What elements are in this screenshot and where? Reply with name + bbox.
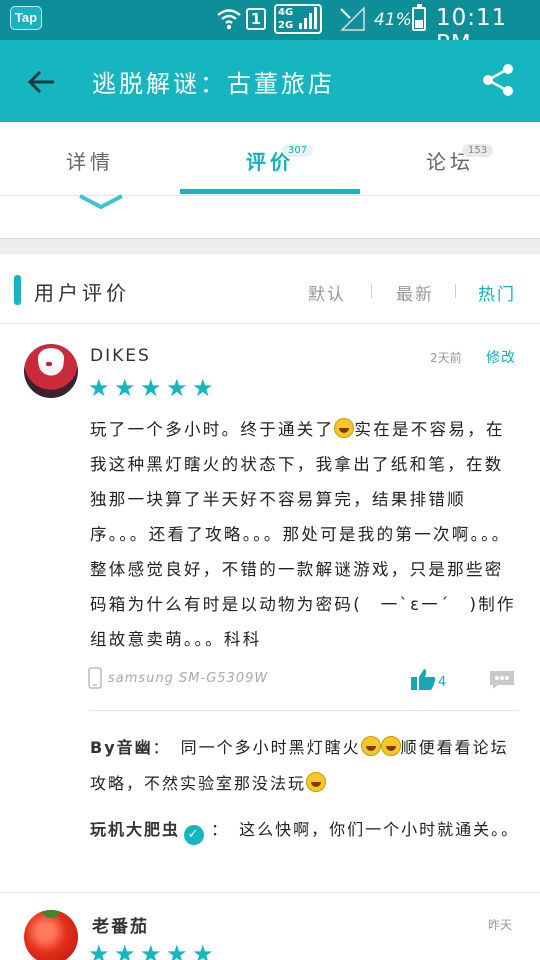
battery-icon (412, 4, 426, 31)
thumbs-up-icon[interactable] (410, 667, 436, 691)
star-icon: ★ (88, 374, 110, 402)
laughing-emoji-icon (306, 772, 327, 792)
tab-reviews[interactable]: 评价 307 (180, 122, 360, 196)
review-text-part: 玩了一个多小时。终于通关了 (90, 420, 335, 439)
battery-percent: 41% (374, 10, 412, 30)
tab-forum-count: 153 (462, 144, 494, 157)
sort-separator (455, 284, 456, 298)
status-bar: Tap 1 4G 2G 41% 10:11 PM (0, 0, 540, 57)
reply-item: By音幽： 同一个多小时黑灯瞎火 顺便看看论坛攻略，不然实验室那没法玩 (90, 730, 520, 802)
review-separator (0, 892, 540, 893)
star-icon: ★ (88, 940, 110, 960)
reply-text: ： 这么快啊，你们一个小时就通关。。 (211, 820, 520, 839)
section-title: 用户评价 (34, 281, 130, 305)
back-arrow-icon[interactable] (22, 62, 62, 102)
like-count: 4 (438, 675, 447, 690)
rating-stars: ★ ★ ★ ★ ★ (88, 942, 218, 960)
star-icon: ★ (140, 940, 162, 960)
avatar[interactable] (24, 910, 78, 960)
star-icon: ★ (114, 374, 136, 402)
section-divider (0, 238, 540, 254)
reviews-header: 用户评价 默认 最新 热门 (0, 256, 540, 324)
review-date: 2天前 (430, 351, 462, 365)
edit-review-button[interactable]: 修改 (486, 347, 516, 367)
review-text-part: 实在是不容易，在我这种黑灯瞎火的状态下，我拿出了纸和笔，在数独那一块算了半天好不… (90, 420, 516, 649)
phone-icon (88, 667, 102, 689)
active-tab-indicator (180, 189, 360, 194)
review-username[interactable]: 老番茄 (92, 912, 149, 937)
app-bar: 逃脱解谜：古董旅店 (0, 40, 540, 122)
verified-check-icon: ✓ (184, 825, 205, 845)
page-title: 逃脱解谜：古董旅店 (92, 70, 335, 98)
wifi-icon (217, 9, 241, 30)
tab-bar: 详情 评价 307 论坛 153 (0, 122, 540, 196)
tab-forum[interactable]: 论坛 153 (360, 122, 540, 196)
review-username[interactable]: DIKES (90, 346, 151, 366)
reply-username[interactable]: By音幽 (90, 738, 153, 757)
sort-default[interactable]: 默认 (308, 280, 346, 305)
sort-newest[interactable]: 最新 (396, 280, 434, 305)
tab-reviews-label: 评价 (246, 150, 294, 174)
network-type-bottom: 2G (278, 20, 294, 31)
star-icon: ★ (140, 374, 162, 402)
review-text: 玩了一个多小时。终于通关了 实在是不容易，在我这种黑灯瞎火的状态下，我拿出了纸和笔… (90, 412, 520, 657)
star-icon: ★ (114, 940, 136, 960)
reply-username[interactable]: 玩机大肥虫 (90, 820, 180, 839)
device-model: samsung SM-G5309W (108, 671, 269, 686)
star-icon: ★ (192, 374, 214, 402)
laughing-emoji-icon (360, 736, 381, 756)
sim-slot-indicator: 1 (246, 8, 266, 30)
sort-hot[interactable]: 热门 (478, 280, 516, 305)
tap-app-icon: Tap (10, 6, 42, 30)
laughing-emoji-icon (380, 736, 401, 756)
sort-separator (371, 284, 372, 298)
star-icon: ★ (192, 940, 214, 960)
tab-details[interactable]: 详情 (0, 122, 180, 196)
reply-text: ： 同一个多小时黑灯瞎火 (152, 738, 361, 757)
tab-forum-label: 论坛 (426, 150, 474, 174)
network-signal-icon: 4G 2G (274, 4, 322, 34)
network-type-top: 4G (278, 7, 294, 18)
expand-chevron-icon[interactable] (78, 194, 124, 210)
share-icon[interactable] (480, 62, 516, 98)
rating-stars: ★ ★ ★ ★ ★ (88, 376, 218, 402)
section-accent-bar (14, 275, 21, 305)
reply-item: 玩机大肥虫 ✓ ： 这么快啊，你们一个小时就通关。。 (90, 812, 520, 848)
no-signal-icon (340, 6, 365, 31)
star-icon: ★ (166, 374, 188, 402)
tab-details-label: 详情 (66, 150, 114, 174)
reply-divider (90, 710, 518, 711)
star-icon: ★ (166, 940, 188, 960)
comment-icon[interactable] (488, 670, 516, 690)
avatar[interactable] (24, 344, 78, 398)
tab-reviews-count: 307 (282, 144, 314, 157)
review-date: 昨天 (488, 918, 513, 932)
laughing-emoji-icon (334, 418, 355, 438)
